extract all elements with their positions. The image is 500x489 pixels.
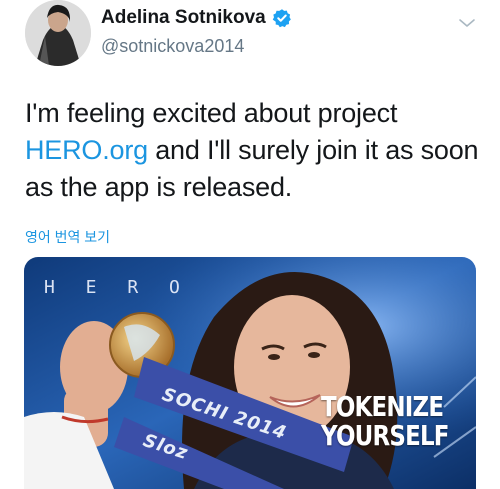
tweet-media-image[interactable]: H E R O bbox=[24, 257, 476, 489]
author-name-row: Adelina Sotnikova bbox=[101, 7, 292, 29]
verified-badge-icon bbox=[272, 8, 292, 28]
translate-link[interactable]: 영어 번역 보기 bbox=[25, 227, 110, 247]
author-name[interactable]: Adelina Sotnikova bbox=[101, 7, 266, 29]
hero-logo: H E R O bbox=[44, 277, 190, 298]
avatar[interactable] bbox=[25, 0, 91, 66]
overlay-line-2: YOURSELF bbox=[321, 419, 449, 452]
overlay-line-1: TOKENIZE bbox=[321, 390, 444, 423]
chevron-down-icon[interactable] bbox=[456, 12, 478, 34]
tweet-card: Adelina Sotnikova @sotnickova2014 I'm fe… bbox=[0, 0, 500, 489]
tweet-text: I'm feeling excited about project HERO.o… bbox=[25, 95, 485, 206]
tweet-text-before: I'm feeling excited about project bbox=[25, 98, 398, 128]
media-overlay-text: TOKENIZE YOURSELF bbox=[321, 392, 449, 450]
author-handle[interactable]: @sotnickova2014 bbox=[101, 36, 244, 57]
hero-link[interactable]: HERO.org bbox=[25, 135, 148, 165]
